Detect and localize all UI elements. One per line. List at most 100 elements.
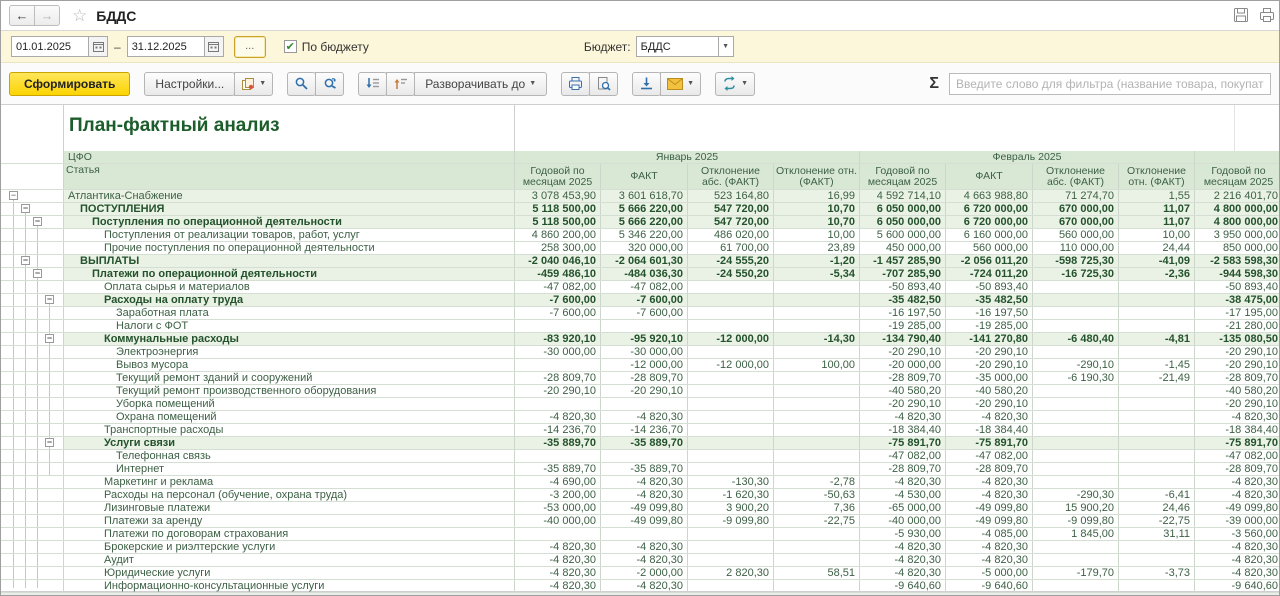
cell-value[interactable]: -2 040 046,10 bbox=[515, 255, 601, 267]
cell-value[interactable]: -3 200,00 bbox=[515, 489, 601, 501]
cell-value[interactable]: -4 530,00 bbox=[860, 489, 946, 501]
cell-value[interactable]: -21 280,00 bbox=[1195, 320, 1279, 332]
cell-value[interactable] bbox=[1119, 320, 1195, 332]
cell-value[interactable]: -17 195,00 bbox=[1195, 307, 1279, 319]
cell-value[interactable] bbox=[1119, 476, 1195, 488]
cell-value[interactable]: 10,00 bbox=[1119, 229, 1195, 241]
search-next-icon[interactable] bbox=[315, 72, 344, 96]
cell-value[interactable]: 4 800 000,00 bbox=[1195, 216, 1279, 228]
cell-value[interactable]: -9 099,80 bbox=[1033, 515, 1119, 527]
cell-value[interactable]: -40 580,20 bbox=[1195, 385, 1279, 397]
cell-value[interactable]: -50,63 bbox=[774, 489, 860, 501]
month-group-header[interactable] bbox=[1195, 151, 1279, 163]
article-header-cell[interactable]: Статья bbox=[63, 164, 515, 189]
cell-value[interactable]: -30 000,00 bbox=[601, 346, 688, 358]
row-label[interactable]: Платежи по операционной деятельности bbox=[63, 268, 515, 280]
cell-value[interactable] bbox=[1119, 398, 1195, 410]
cell-value[interactable]: 850 000,00 bbox=[1195, 242, 1279, 254]
cell-value[interactable]: 450 000,00 bbox=[860, 242, 946, 254]
cell-value[interactable]: -39 000,00 bbox=[1195, 515, 1279, 527]
cell-value[interactable]: -50 893,40 bbox=[860, 281, 946, 293]
cell-value[interactable]: -30 000,00 bbox=[515, 346, 601, 358]
column-header-cell[interactable]: Отклонение абс. (ФАКТ) bbox=[688, 164, 774, 189]
cell-value[interactable]: -20 290,10 bbox=[860, 346, 946, 358]
cell-value[interactable]: 15 900,20 bbox=[1033, 502, 1119, 514]
cell-value[interactable] bbox=[1033, 346, 1119, 358]
cell-value[interactable]: -4 820,30 bbox=[860, 541, 946, 553]
cell-value[interactable]: 110 000,00 bbox=[1033, 242, 1119, 254]
cell-value[interactable]: -35 000,00 bbox=[946, 372, 1033, 384]
cell-value[interactable]: -4 820,30 bbox=[515, 554, 601, 566]
cell-value[interactable] bbox=[688, 424, 774, 436]
row-label[interactable]: Коммунальные расходы bbox=[63, 333, 515, 345]
cell-value[interactable]: 4 800 000,00 bbox=[1195, 203, 1279, 215]
cell-value[interactable]: -95 920,10 bbox=[601, 333, 688, 345]
cell-value[interactable]: 5 346 220,00 bbox=[601, 229, 688, 241]
cell-value[interactable] bbox=[774, 385, 860, 397]
cell-value[interactable] bbox=[774, 398, 860, 410]
cell-value[interactable] bbox=[1119, 307, 1195, 319]
budget-dropdown-icon[interactable]: ▼ bbox=[718, 36, 734, 57]
cell-value[interactable]: -4 085,00 bbox=[946, 528, 1033, 540]
cell-value[interactable] bbox=[774, 346, 860, 358]
cell-value[interactable] bbox=[688, 307, 774, 319]
row-label[interactable]: Расходы на персонал (обучение, охрана тр… bbox=[63, 489, 515, 501]
cell-value[interactable] bbox=[1119, 463, 1195, 475]
variants-button[interactable]: ▼ bbox=[234, 72, 273, 96]
cell-value[interactable]: -4 690,00 bbox=[515, 476, 601, 488]
cell-value[interactable]: -21,49 bbox=[1119, 372, 1195, 384]
cell-value[interactable] bbox=[1119, 294, 1195, 306]
cell-value[interactable] bbox=[688, 463, 774, 475]
cell-value[interactable] bbox=[688, 437, 774, 449]
cell-value[interactable]: 1 845,00 bbox=[1033, 528, 1119, 540]
cell-value[interactable] bbox=[688, 411, 774, 423]
cell-value[interactable]: -4 820,30 bbox=[1195, 411, 1279, 423]
cell-value[interactable] bbox=[774, 554, 860, 566]
cell-value[interactable] bbox=[1033, 580, 1119, 592]
cell-value[interactable]: 670 000,00 bbox=[1033, 203, 1119, 215]
cell-value[interactable] bbox=[1033, 424, 1119, 436]
cell-value[interactable]: -24 550,20 bbox=[688, 268, 774, 280]
cell-value[interactable]: 523 164,80 bbox=[688, 190, 774, 202]
cell-value[interactable]: -4 820,30 bbox=[515, 411, 601, 423]
cell-value[interactable] bbox=[1033, 294, 1119, 306]
cell-value[interactable]: -40 000,00 bbox=[515, 515, 601, 527]
cell-value[interactable]: -83 920,10 bbox=[515, 333, 601, 345]
cell-value[interactable]: -38 475,00 bbox=[1195, 294, 1279, 306]
cell-value[interactable]: -4 820,30 bbox=[946, 541, 1033, 553]
cell-value[interactable] bbox=[515, 320, 601, 332]
cell-value[interactable]: -4 820,30 bbox=[860, 567, 946, 579]
cell-value[interactable] bbox=[1119, 281, 1195, 293]
cell-value[interactable]: 31,11 bbox=[1119, 528, 1195, 540]
cell-value[interactable]: -28 809,70 bbox=[946, 463, 1033, 475]
cell-value[interactable]: -4 820,30 bbox=[860, 476, 946, 488]
cell-value[interactable]: 547 720,00 bbox=[688, 216, 774, 228]
cell-value[interactable]: -19 285,00 bbox=[860, 320, 946, 332]
cell-value[interactable]: 6 050 000,00 bbox=[860, 203, 946, 215]
cell-value[interactable]: -40 000,00 bbox=[860, 515, 946, 527]
cell-value[interactable]: -12 000,00 bbox=[688, 333, 774, 345]
cell-value[interactable]: 6 160 000,00 bbox=[946, 229, 1033, 241]
cell-value[interactable] bbox=[774, 281, 860, 293]
cell-value[interactable]: 1,55 bbox=[1119, 190, 1195, 202]
cell-value[interactable]: -28 809,70 bbox=[860, 463, 946, 475]
cell-value[interactable]: -2 000,00 bbox=[601, 567, 688, 579]
row-label[interactable]: ПОСТУПЛЕНИЯ bbox=[63, 203, 515, 215]
cell-value[interactable]: 10,70 bbox=[774, 203, 860, 215]
cell-value[interactable]: -28 809,70 bbox=[860, 372, 946, 384]
column-header-cell[interactable]: Годовой по месяцам 2025 bbox=[1195, 164, 1279, 189]
cell-value[interactable]: 6 720 000,00 bbox=[946, 216, 1033, 228]
row-label[interactable]: Информационно-консультационные услуги bbox=[63, 580, 515, 592]
cell-value[interactable]: -135 080,50 bbox=[1195, 333, 1279, 345]
row-label[interactable]: Услуги связи bbox=[63, 437, 515, 449]
favorite-star-icon[interactable]: ☆ bbox=[72, 7, 87, 24]
cell-value[interactable]: -47 082,00 bbox=[515, 281, 601, 293]
cell-value[interactable]: -28 809,70 bbox=[515, 372, 601, 384]
row-label[interactable]: Поступления от реализации товаров, работ… bbox=[63, 229, 515, 241]
cell-value[interactable]: -6 480,40 bbox=[1033, 333, 1119, 345]
cell-value[interactable] bbox=[688, 385, 774, 397]
cell-value[interactable]: 258 300,00 bbox=[515, 242, 601, 254]
cell-value[interactable]: -20 290,10 bbox=[946, 359, 1033, 371]
collapse-icon[interactable]: − bbox=[21, 204, 30, 213]
cell-value[interactable]: -4 820,30 bbox=[601, 580, 688, 592]
